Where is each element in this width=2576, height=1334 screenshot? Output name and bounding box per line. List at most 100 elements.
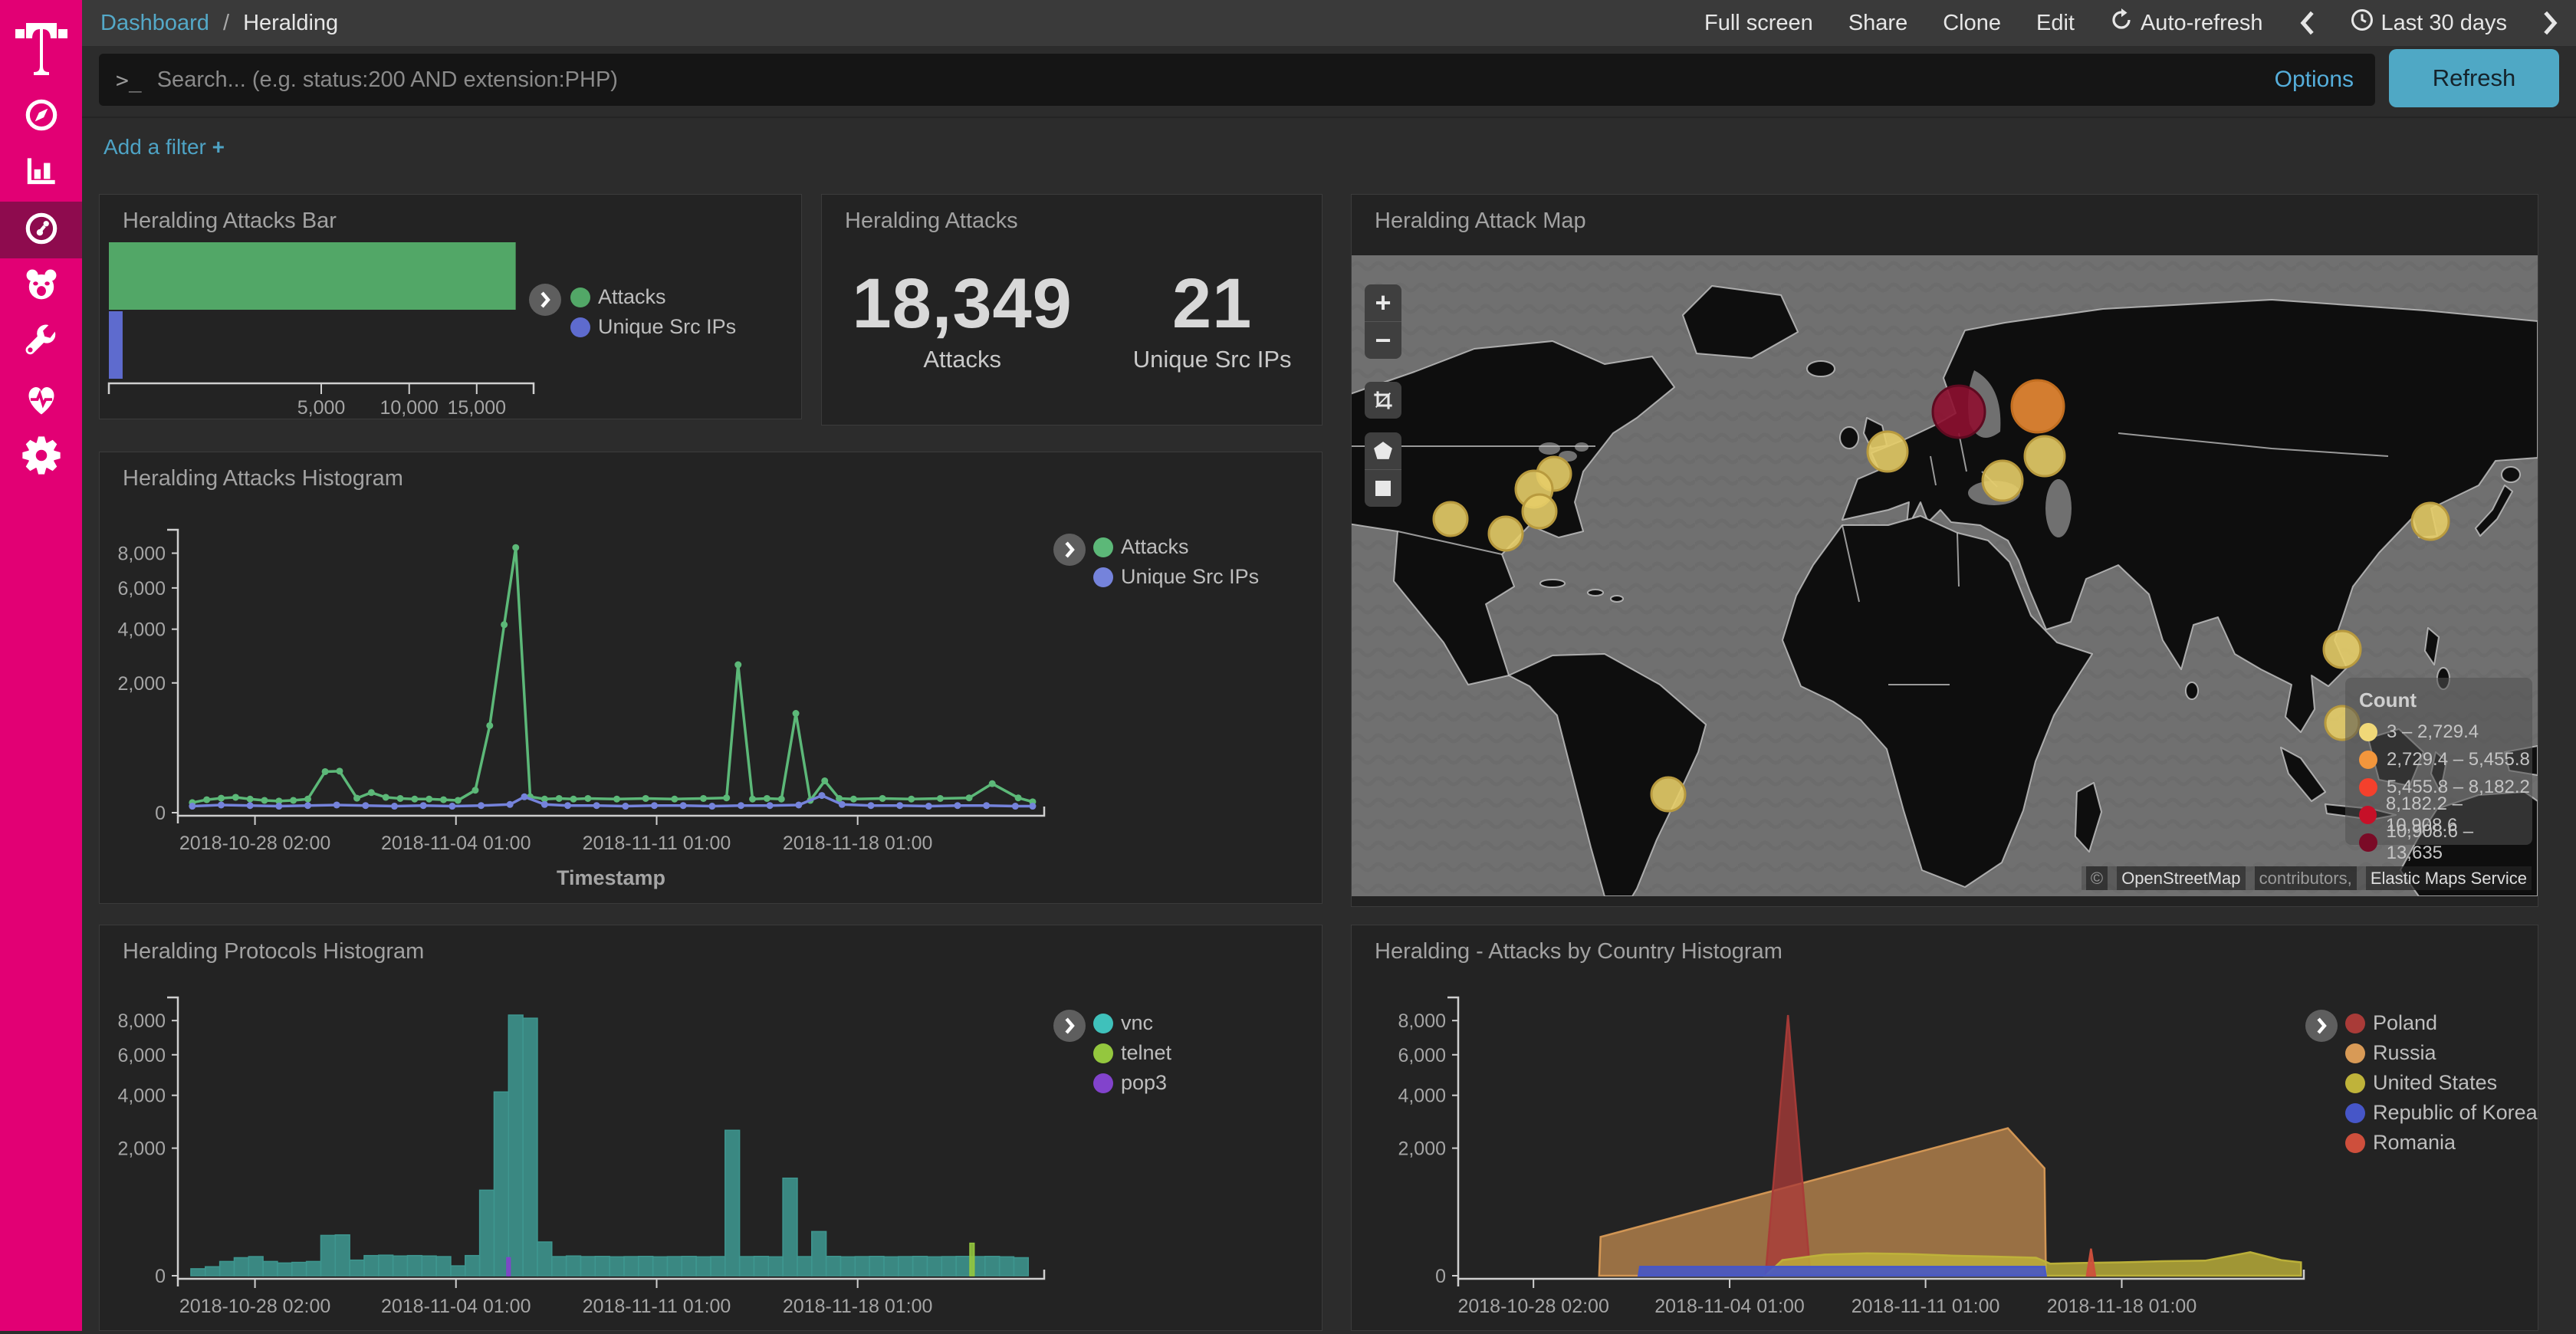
attacks-histogram-chart: 02,0004,0006,0008,0002018-10-28 02:00201… bbox=[100, 452, 1322, 903]
legend-item[interactable]: Unique Src IPs bbox=[570, 315, 736, 339]
bear-icon bbox=[21, 264, 62, 310]
app-sidebar bbox=[0, 0, 82, 1331]
legend-label: Attacks bbox=[598, 285, 666, 309]
country-histogram-chart: 02,0004,0006,0008,0002018-10-28 02:00201… bbox=[1352, 925, 2538, 1330]
time-forward-button[interactable] bbox=[2542, 10, 2559, 36]
edit-button[interactable]: Edit bbox=[2036, 11, 2075, 36]
map-marker-poland[interactable] bbox=[1933, 386, 1985, 438]
panel-title: Heralding - Attacks by Country Histogram bbox=[1375, 939, 1783, 964]
legend-swatch bbox=[2345, 1103, 2365, 1123]
metric-unique-src-ips: 21 Unique Src IPs bbox=[1133, 264, 1292, 373]
metric-label: Unique Src IPs bbox=[1133, 346, 1292, 373]
map-marker-united-states[interactable] bbox=[1434, 502, 1467, 536]
search-box: >_ Options bbox=[99, 54, 2375, 106]
compass-icon bbox=[21, 95, 61, 139]
panel-title: Heralding Attack Map bbox=[1375, 209, 1586, 234]
legend-item[interactable]: Unique Src IPs bbox=[1093, 565, 1259, 589]
share-button[interactable]: Share bbox=[1848, 11, 1907, 36]
refresh-cycle-icon bbox=[2110, 8, 2133, 38]
sidebar-item-monitoring[interactable] bbox=[0, 372, 82, 429]
svg-text:2018-11-18 01:00: 2018-11-18 01:00 bbox=[2047, 1296, 2197, 1317]
legend-item[interactable]: Russia bbox=[2345, 1041, 2436, 1065]
svg-text:0: 0 bbox=[155, 803, 166, 824]
full-screen-button[interactable]: Full screen bbox=[1704, 11, 1813, 36]
svg-text:2018-11-04 01:00: 2018-11-04 01:00 bbox=[381, 833, 531, 854]
clone-button[interactable]: Clone bbox=[1943, 11, 2001, 36]
map-marker-united-states[interactable] bbox=[1523, 495, 1556, 528]
legend-item[interactable]: Attacks bbox=[1093, 535, 1189, 559]
map-fit-bounds-button[interactable] bbox=[1365, 382, 1401, 419]
panel-heralding-country-histogram: Heralding - Attacks by Country Histogram… bbox=[1351, 925, 2538, 1331]
map-marker-republic-of-korea[interactable] bbox=[2412, 503, 2449, 540]
legend-label: Unique Src IPs bbox=[598, 315, 736, 339]
legend-swatch bbox=[2345, 1133, 2365, 1153]
legend-expand-icon[interactable] bbox=[529, 284, 561, 316]
elastic-maps-service-link[interactable]: Elastic Maps Service bbox=[2366, 866, 2532, 890]
svg-text:2018-10-28 02:00: 2018-10-28 02:00 bbox=[179, 833, 330, 854]
legend-item[interactable]: Romania bbox=[2345, 1131, 2456, 1155]
query-options-link[interactable]: Options bbox=[2275, 67, 2354, 93]
protocols-histogram-chart: 02,0004,0006,0008,0002018-10-28 02:00201… bbox=[100, 925, 1322, 1330]
legend-item[interactable]: Republic of Korea bbox=[2345, 1101, 2538, 1125]
map-legend-item: 10,908.6 – 13,635 bbox=[2359, 829, 2532, 856]
world-map[interactable]: + − Count 3 – 2,729.4 2,729.4 – 5,455.8 … bbox=[1352, 255, 2538, 896]
map-marker-russia[interactable] bbox=[2012, 380, 2064, 432]
legend-item[interactable]: Attacks bbox=[570, 285, 666, 309]
map-marker-vietnam[interactable] bbox=[2324, 631, 2361, 668]
breadcrumb-dashboard-link[interactable]: Dashboard bbox=[100, 11, 209, 35]
time-back-button[interactable] bbox=[2298, 10, 2315, 36]
legend-swatch bbox=[1093, 1043, 1113, 1063]
metric-label: Attacks bbox=[852, 346, 1072, 373]
legend-swatch bbox=[2345, 1014, 2365, 1033]
map-draw-rectangle-button[interactable] bbox=[1365, 469, 1401, 507]
svg-text:0: 0 bbox=[1435, 1266, 1446, 1287]
map-marker-united-states[interactable] bbox=[1489, 517, 1523, 550]
refresh-button[interactable]: Refresh bbox=[2389, 49, 2559, 107]
legend-expand-icon[interactable] bbox=[2305, 1010, 2338, 1042]
panel-heralding-attacks-histogram: Heralding Attacks Histogram 02,0004,0006… bbox=[99, 452, 1322, 904]
svg-text:5,000: 5,000 bbox=[297, 397, 346, 419]
map-marker-france[interactable] bbox=[1868, 432, 1907, 472]
map-zoom-in-button[interactable]: + bbox=[1365, 284, 1401, 321]
svg-text:10,000: 10,000 bbox=[380, 397, 439, 419]
legend-item[interactable]: United States bbox=[2345, 1071, 2497, 1095]
map-legend-item: 2,729.4 – 5,455.8 bbox=[2359, 746, 2532, 774]
add-filter-link[interactable]: Add a filter + bbox=[104, 135, 225, 159]
svg-text:2018-10-28 02:00: 2018-10-28 02:00 bbox=[179, 1296, 330, 1317]
legend-label: Russia bbox=[2373, 1041, 2436, 1065]
legend-item[interactable]: pop3 bbox=[1093, 1071, 1167, 1095]
svg-text:2,000: 2,000 bbox=[1398, 1138, 1446, 1160]
svg-text:Timestamp: Timestamp bbox=[1826, 1329, 1935, 1330]
svg-text:6,000: 6,000 bbox=[1398, 1045, 1446, 1066]
query-prompt-icon: >_ bbox=[116, 67, 142, 93]
map-marker-brazil[interactable] bbox=[1651, 777, 1685, 811]
clock-icon bbox=[2351, 8, 2374, 38]
telekom-logo bbox=[0, 0, 82, 88]
legend-item[interactable]: telnet bbox=[1093, 1041, 1171, 1065]
time-range-picker[interactable]: Last 30 days bbox=[2351, 8, 2507, 38]
legend-swatch bbox=[1093, 537, 1113, 557]
map-marker-ukraine[interactable] bbox=[2025, 436, 2065, 476]
legend-item[interactable]: vnc bbox=[1093, 1011, 1153, 1035]
map-zoom-out-button[interactable]: − bbox=[1365, 321, 1401, 359]
sidebar-item-visualize[interactable] bbox=[0, 145, 82, 202]
legend-item[interactable]: Poland bbox=[2345, 1011, 2437, 1035]
map-draw-polygon-button[interactable] bbox=[1365, 432, 1401, 469]
map-marker-romania[interactable] bbox=[1983, 461, 2022, 501]
legend-expand-icon[interactable] bbox=[1053, 1010, 1086, 1042]
sidebar-item-management[interactable] bbox=[0, 429, 82, 485]
auto-refresh-button[interactable]: Auto-refresh bbox=[2110, 8, 2263, 38]
svg-text:8,000: 8,000 bbox=[117, 544, 166, 565]
sidebar-item-devtools[interactable] bbox=[0, 315, 82, 372]
sidebar-item-tpot[interactable] bbox=[0, 258, 82, 315]
sidebar-item-discover[interactable] bbox=[0, 88, 82, 145]
sidebar-item-dashboard[interactable] bbox=[0, 202, 82, 258]
search-input[interactable] bbox=[156, 67, 2275, 94]
svg-text:Timestamp: Timestamp bbox=[557, 1329, 665, 1330]
legend-expand-icon[interactable] bbox=[1053, 534, 1086, 566]
openstreetmap-link[interactable]: OpenStreetMap bbox=[2117, 866, 2245, 890]
svg-text:0: 0 bbox=[155, 1266, 166, 1287]
breadcrumb: Dashboard / Heralding bbox=[100, 11, 338, 36]
panel-heralding-protocols-histogram: Heralding Protocols Histogram 02,0004,00… bbox=[99, 925, 1322, 1331]
map-legend-item: 3 – 2,729.4 bbox=[2359, 718, 2532, 746]
